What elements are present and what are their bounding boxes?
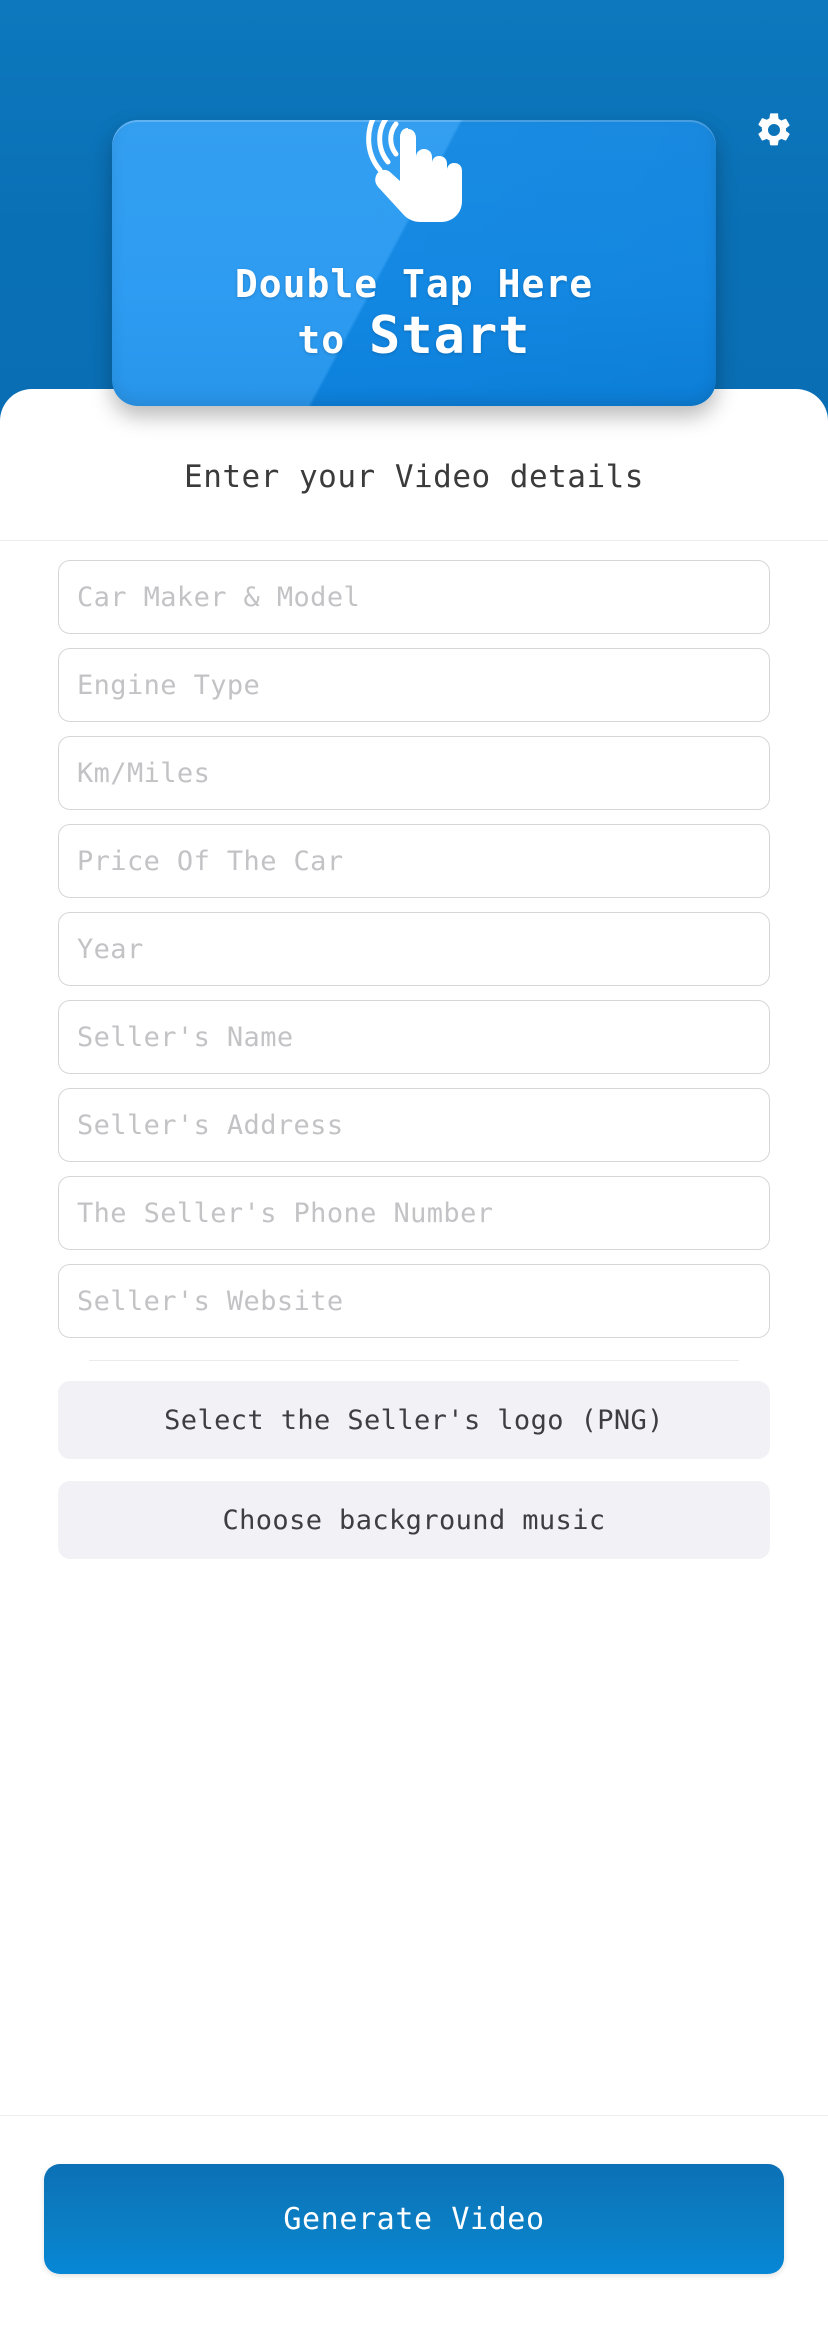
choose-background-music-button[interactable]: Choose background music [58, 1481, 770, 1559]
field-placeholder: Seller's Name [77, 1021, 294, 1053]
page-title: Enter your Video details [184, 459, 644, 495]
field-placeholder: Seller's Website [77, 1285, 344, 1317]
field-year[interactable]: Year [58, 912, 770, 986]
generate-video-button[interactable]: Generate Video [44, 2164, 784, 2274]
choose-background-music-label: Choose background music [222, 1504, 606, 1536]
field-sellers-phone-number[interactable]: The Seller's Phone Number [58, 1176, 770, 1250]
field-placeholder: Price Of The Car [77, 845, 344, 877]
field-sellers-name[interactable]: Seller's Name [58, 1000, 770, 1074]
field-km-miles[interactable]: Km/Miles [58, 736, 770, 810]
form-sheet: Enter your Video details Car Maker & Mod… [0, 389, 828, 2326]
divider-above-pickers [89, 1360, 739, 1361]
settings-button[interactable] [748, 104, 800, 156]
field-placeholder: Engine Type [77, 669, 261, 701]
double-tap-hand-icon [334, 120, 494, 242]
field-engine-type[interactable]: Engine Type [58, 648, 770, 722]
field-placeholder: Car Maker & Model [77, 581, 361, 613]
app-root: Double Tap Here to Start Enter your Vide… [0, 0, 828, 2326]
divider-under-title [0, 540, 828, 541]
field-sellers-website[interactable]: Seller's Website [58, 1264, 770, 1338]
field-placeholder: Year [77, 933, 144, 965]
field-price-of-the-car[interactable]: Price Of The Car [58, 824, 770, 898]
tap-card-to-word: to [297, 318, 370, 362]
gear-icon [754, 110, 794, 150]
hero-section: Double Tap Here to Start [0, 0, 828, 420]
divider-above-generate [0, 2115, 828, 2116]
form-fields: Car Maker & Model Engine Type Km/Miles P… [0, 560, 828, 1581]
field-sellers-address[interactable]: Seller's Address [58, 1088, 770, 1162]
tap-card-start-word: Start [369, 306, 531, 366]
tap-card-text: Double Tap Here to Start [112, 260, 716, 376]
field-placeholder: Seller's Address [77, 1109, 344, 1141]
tap-card-line1: Double Tap Here [234, 262, 594, 306]
field-placeholder: Km/Miles [77, 757, 211, 789]
field-placeholder: The Seller's Phone Number [77, 1197, 494, 1229]
double-tap-start-card[interactable]: Double Tap Here to Start [112, 120, 716, 406]
select-seller-logo-button[interactable]: Select the Seller's logo (PNG) [58, 1381, 770, 1459]
tap-card-line2: to Start [112, 308, 716, 376]
field-car-maker-model[interactable]: Car Maker & Model [58, 560, 770, 634]
select-seller-logo-label: Select the Seller's logo (PNG) [164, 1404, 664, 1436]
